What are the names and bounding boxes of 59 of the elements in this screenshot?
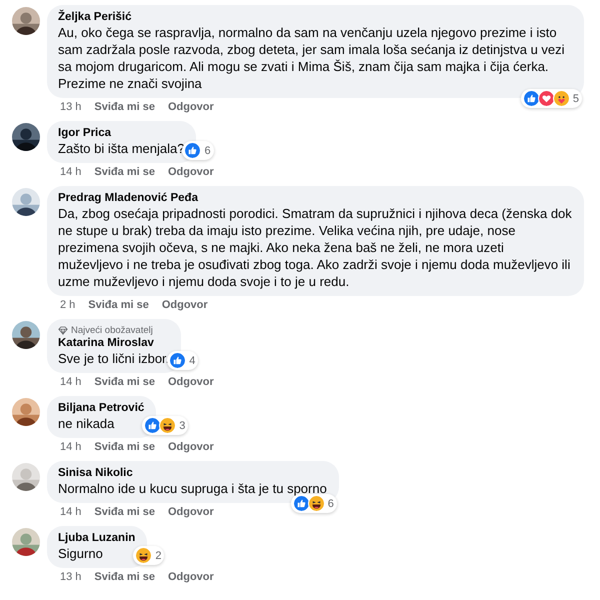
like-link[interactable]: Sviđa mi se bbox=[94, 441, 155, 454]
author-name[interactable]: Igor Prica bbox=[58, 126, 184, 140]
comment-text: Au, oko čega se raspravlja, normalno da sam na venčanju uzela njegovo prezime i isto sam zadržala posle razvoda, zbog deteta, jer sam imala loša sećanja iz detinjstva u vezi sa mojom drugaricom. Ali mogu se zvati i Mima Šiš, znam čija sam majka i čija ćerka. Prezime ne znači svojina bbox=[58, 24, 566, 92]
like-link[interactable]: Sviđa mi se bbox=[94, 376, 155, 389]
laughing-face-icon bbox=[308, 495, 325, 512]
like-link[interactable]: Sviđa mi se bbox=[94, 101, 155, 114]
reply-link[interactable]: Odgovor bbox=[168, 571, 214, 584]
author-name[interactable]: Ljuba Luzanin bbox=[58, 531, 136, 545]
author-name[interactable]: Biljana Petrović bbox=[58, 401, 144, 415]
reaction-badge[interactable]: 5 bbox=[520, 89, 582, 108]
comment-text: Zašto bi išta menjala? bbox=[58, 140, 184, 157]
comment-text: Sigurno bbox=[58, 545, 104, 562]
reply-link[interactable]: Odgovor bbox=[168, 441, 214, 454]
reaction-badge[interactable]: 6 bbox=[290, 494, 337, 513]
comment-text: ne nikada bbox=[58, 415, 116, 432]
reaction-badge[interactable]: 3 bbox=[142, 416, 188, 435]
like-link[interactable]: Sviđa mi se bbox=[94, 506, 155, 519]
reaction-count: 2 bbox=[155, 550, 162, 562]
diamond-icon bbox=[58, 326, 68, 334]
reaction-count: 4 bbox=[189, 354, 196, 366]
like-link[interactable]: Sviđa mi se bbox=[88, 299, 149, 312]
comment-time[interactable]: 13 h bbox=[60, 101, 82, 114]
like-icon bbox=[292, 495, 310, 512]
reaction-badge[interactable]: 4 bbox=[167, 351, 198, 370]
reply-link[interactable]: Odgovor bbox=[168, 101, 214, 114]
like-icon bbox=[144, 417, 162, 434]
reaction-count: 5 bbox=[572, 92, 579, 104]
reaction-count: 3 bbox=[179, 420, 186, 432]
comment-time[interactable]: 14 h bbox=[60, 441, 82, 454]
laughing-face-icon bbox=[135, 547, 152, 564]
fan-badge-text: Najveći obožavatelj bbox=[71, 324, 153, 336]
like-icon bbox=[184, 142, 202, 159]
comment-text: Da, zbog osećaja pripadnosti porodici. Smatram da supružnici i njihova deca (ženska dok ne stupe u brak) treba da imaju isto prezime. Velika većina njih, pre udaje, nose prezimena svojih očeva, s ne majki. Ako neka žena baš ne želi, ne mora uzeti muževljevo i ne treba je osuđivati zbog toga. Ako zadrži svoje i njemu doda muževljevo ili uzme muževljevo i njemu doda svoje i to je u redu. bbox=[58, 205, 572, 290]
reaction-badge[interactable]: 2 bbox=[133, 546, 164, 565]
reaction-count: 6 bbox=[204, 144, 211, 156]
laughing-face-icon bbox=[159, 417, 176, 434]
comment-text: Sve je to lični izbor. bbox=[58, 350, 170, 367]
comment-time[interactable]: 14 h bbox=[60, 166, 82, 179]
reply-link[interactable]: Odgovor bbox=[168, 506, 214, 519]
comment-time[interactable]: 14 h bbox=[60, 506, 82, 519]
like-link[interactable]: Sviđa mi se bbox=[94, 166, 155, 179]
reply-link[interactable]: Odgovor bbox=[168, 376, 214, 389]
comment-time[interactable]: 2 h bbox=[60, 299, 76, 312]
comment-time[interactable]: 14 h bbox=[60, 376, 82, 389]
comment-text: Normalno ide u kucu supruga i šta je tu sporno bbox=[58, 480, 327, 497]
like-link[interactable]: Sviđa mi se bbox=[94, 571, 155, 584]
author-name[interactable]: Predrag Mladenović Peđa bbox=[58, 191, 572, 205]
comment-time[interactable]: 13 h bbox=[60, 571, 82, 584]
reply-link[interactable]: Odgovor bbox=[162, 299, 208, 312]
author-name[interactable]: Željka Perišić bbox=[58, 10, 572, 24]
author-name[interactable]: Katarina Miroslav bbox=[58, 336, 170, 350]
reaction-badge[interactable]: 6 bbox=[182, 141, 214, 160]
reaction-count: 6 bbox=[328, 498, 334, 510]
reply-link[interactable]: Odgovor bbox=[168, 166, 214, 179]
like-icon bbox=[169, 352, 186, 369]
like-icon bbox=[522, 90, 540, 107]
author-name[interactable]: Sinisa Nikolic bbox=[58, 466, 327, 480]
hugging-face-icon bbox=[552, 90, 570, 107]
heart-icon bbox=[538, 90, 555, 107]
